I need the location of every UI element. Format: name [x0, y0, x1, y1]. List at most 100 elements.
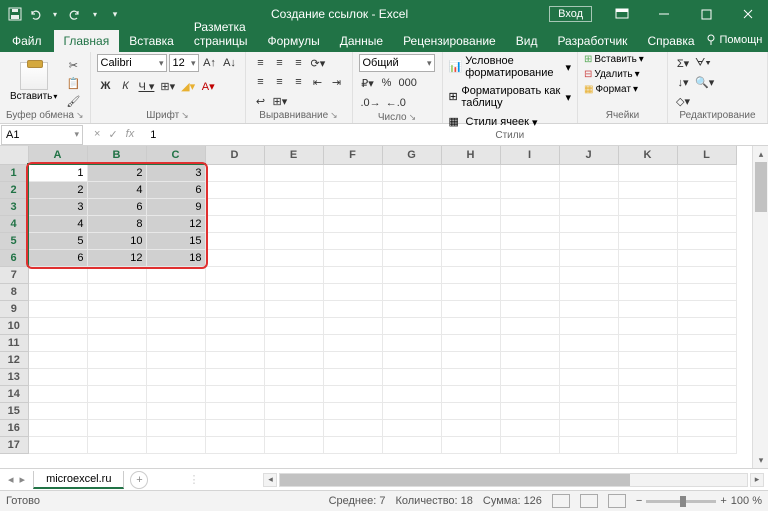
cell[interactable]: [559, 317, 618, 334]
font-color-icon[interactable]: A▾: [199, 77, 217, 95]
row-header[interactable]: 11: [0, 334, 28, 351]
row-header[interactable]: 7: [0, 266, 28, 283]
indent-dec-icon[interactable]: ⇤: [309, 73, 327, 91]
zoom-in-icon[interactable]: +: [720, 495, 726, 507]
grow-font-icon[interactable]: A↑: [201, 54, 219, 72]
tab-file[interactable]: Файл: [0, 30, 54, 52]
cell[interactable]: [441, 266, 500, 283]
indent-inc-icon[interactable]: ⇥: [328, 73, 346, 91]
cell[interactable]: [87, 368, 146, 385]
cell[interactable]: [323, 351, 382, 368]
row-header[interactable]: 8: [0, 283, 28, 300]
cell[interactable]: [264, 164, 323, 181]
cell[interactable]: [441, 215, 500, 232]
cell[interactable]: [382, 317, 441, 334]
font-name-dropdown[interactable]: Calibri: [97, 54, 167, 72]
tab-view[interactable]: Вид: [506, 30, 548, 52]
cell[interactable]: [441, 402, 500, 419]
cell[interactable]: 3: [28, 198, 87, 215]
cell[interactable]: [500, 198, 559, 215]
zoom-out-icon[interactable]: −: [636, 495, 642, 507]
cell[interactable]: [382, 334, 441, 351]
row-header[interactable]: 14: [0, 385, 28, 402]
align-top-icon[interactable]: ≡: [252, 54, 270, 72]
cell[interactable]: [559, 249, 618, 266]
align-center-icon[interactable]: ≡: [271, 73, 289, 91]
cell[interactable]: [28, 368, 87, 385]
cell[interactable]: [264, 385, 323, 402]
col-header[interactable]: C: [146, 146, 205, 164]
cell[interactable]: [87, 300, 146, 317]
cell[interactable]: [500, 249, 559, 266]
cell[interactable]: [146, 385, 205, 402]
delete-cells-button[interactable]: ⊟Удалить ▾: [584, 69, 640, 80]
cell[interactable]: [146, 419, 205, 436]
cell[interactable]: [441, 283, 500, 300]
wrap-text-icon[interactable]: ↩: [252, 92, 270, 110]
cell[interactable]: [87, 317, 146, 334]
prev-sheet-icon[interactable]: ◂: [8, 473, 14, 486]
tab-data[interactable]: Данные: [330, 30, 393, 52]
cell[interactable]: [28, 300, 87, 317]
cell[interactable]: [500, 215, 559, 232]
cell[interactable]: [500, 368, 559, 385]
cell[interactable]: [28, 317, 87, 334]
tab-layout[interactable]: Разметка страницы: [184, 16, 258, 52]
ribbon-options-icon[interactable]: [602, 0, 642, 28]
cell[interactable]: [677, 317, 736, 334]
cell[interactable]: 5: [28, 232, 87, 249]
bold-button[interactable]: Ж: [97, 77, 115, 95]
cell[interactable]: [677, 368, 736, 385]
cell[interactable]: [618, 368, 677, 385]
cell[interactable]: [441, 300, 500, 317]
cell[interactable]: [382, 198, 441, 215]
tab-insert[interactable]: Вставка: [119, 30, 184, 52]
cell[interactable]: [205, 215, 264, 232]
cell[interactable]: [205, 385, 264, 402]
tab-developer[interactable]: Разработчик: [547, 30, 637, 52]
find-icon[interactable]: 🔍▾: [693, 73, 716, 91]
redo-icon[interactable]: [68, 7, 82, 21]
cell[interactable]: 18: [146, 249, 205, 266]
row-header[interactable]: 2: [0, 181, 28, 198]
conditional-format-button[interactable]: 📊Условное форматирование ▾: [449, 54, 572, 80]
cell[interactable]: [559, 283, 618, 300]
col-header[interactable]: I: [500, 146, 559, 164]
cell[interactable]: [323, 164, 382, 181]
row-header[interactable]: 5: [0, 232, 28, 249]
cell[interactable]: [146, 300, 205, 317]
col-header[interactable]: K: [618, 146, 677, 164]
cancel-icon[interactable]: ×: [94, 128, 100, 141]
cell[interactable]: [264, 266, 323, 283]
cell[interactable]: [205, 402, 264, 419]
cell[interactable]: [28, 436, 87, 453]
cell[interactable]: [618, 164, 677, 181]
cell[interactable]: [264, 402, 323, 419]
maximize-icon[interactable]: [686, 0, 726, 28]
cell[interactable]: [500, 300, 559, 317]
dropdown-icon[interactable]: ▾: [88, 7, 102, 21]
launcher-icon[interactable]: ↘: [181, 110, 189, 121]
orientation-icon[interactable]: ⟳▾: [309, 54, 328, 72]
inc-decimal-icon[interactable]: .0→: [359, 94, 383, 112]
scroll-thumb[interactable]: [280, 474, 630, 486]
horizontal-scrollbar[interactable]: ◂ ▸: [259, 473, 768, 487]
cell[interactable]: [677, 334, 736, 351]
cell[interactable]: [500, 402, 559, 419]
cell[interactable]: [441, 198, 500, 215]
cell[interactable]: [87, 402, 146, 419]
cell[interactable]: [205, 164, 264, 181]
font-size-dropdown[interactable]: 12: [169, 54, 199, 72]
cell[interactable]: [441, 419, 500, 436]
launcher-icon[interactable]: ↘: [409, 112, 417, 123]
cell[interactable]: [559, 351, 618, 368]
cell[interactable]: [28, 385, 87, 402]
zoom-slider[interactable]: [646, 500, 716, 503]
cell[interactable]: [323, 266, 382, 283]
cell[interactable]: [323, 198, 382, 215]
dropdown-icon[interactable]: ▾: [48, 7, 62, 21]
cell[interactable]: [87, 334, 146, 351]
cell[interactable]: [28, 334, 87, 351]
currency-icon[interactable]: ₽▾: [359, 74, 377, 92]
col-header[interactable]: H: [441, 146, 500, 164]
